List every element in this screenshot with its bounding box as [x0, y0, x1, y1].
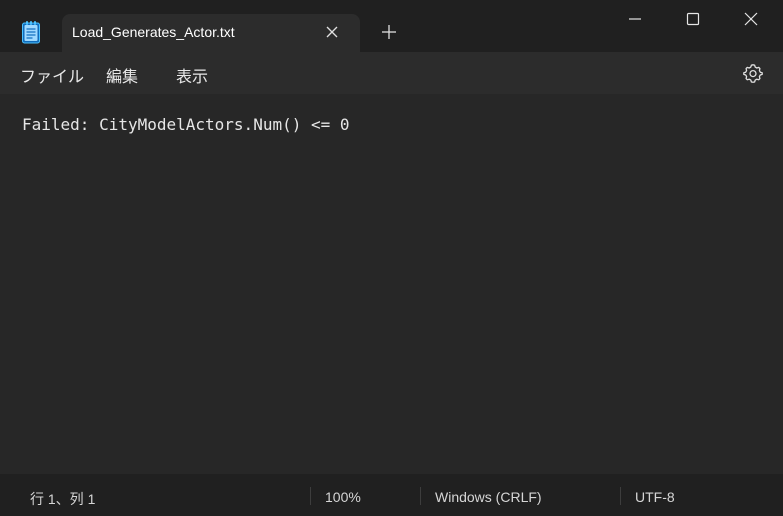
maximize-button[interactable] — [664, 0, 722, 38]
close-icon — [744, 12, 758, 26]
gear-icon[interactable] — [743, 63, 763, 83]
menu-view[interactable]: 表示 — [176, 63, 208, 87]
close-icon[interactable] — [324, 24, 340, 40]
title-bar: Load_Generates_Actor.txt — [0, 0, 783, 52]
tab-active-document[interactable]: Load_Generates_Actor.txt — [62, 14, 360, 52]
menu-edit[interactable]: 編集 — [106, 63, 138, 87]
status-divider — [620, 487, 621, 505]
minimize-button[interactable] — [606, 0, 664, 38]
status-bar: 行 1、列 1 100% Windows (CRLF) UTF-8 — [0, 474, 783, 516]
text-editor[interactable]: Failed: CityModelActors.Num() <= 0 — [0, 94, 783, 474]
cursor-position: 行 1、列 1 — [30, 491, 96, 507]
maximize-icon — [686, 12, 700, 26]
status-divider — [310, 487, 311, 505]
notepad-window: Load_Generates_Actor.txt ファイル 編集 表示 Fail… — [0, 0, 783, 516]
zoom-level[interactable]: 100% — [325, 489, 361, 505]
menu-file[interactable]: ファイル — [20, 63, 84, 87]
editor-content[interactable]: Failed: CityModelActors.Num() <= 0 — [22, 115, 350, 134]
close-window-button[interactable] — [722, 0, 780, 38]
line-ending[interactable]: Windows (CRLF) — [435, 489, 542, 505]
tab-title: Load_Generates_Actor.txt — [72, 24, 235, 40]
encoding[interactable]: UTF-8 — [635, 489, 675, 505]
menu-bar: ファイル 編集 表示 — [0, 52, 783, 94]
notepad-icon — [21, 20, 41, 44]
minimize-icon — [629, 18, 641, 20]
status-divider — [420, 487, 421, 505]
plus-icon[interactable] — [381, 24, 397, 40]
